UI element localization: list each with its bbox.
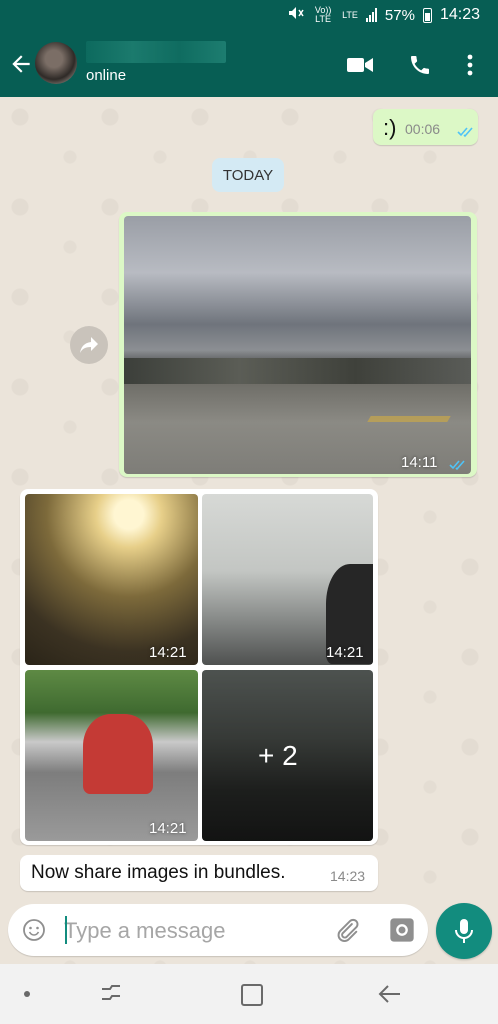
home-icon[interactable] bbox=[241, 984, 263, 1006]
lte-indicator: LTE bbox=[342, 9, 358, 20]
outgoing-message[interactable]: :) 00:06 bbox=[373, 109, 478, 145]
text-cursor bbox=[65, 916, 67, 944]
message-text: :) bbox=[383, 115, 397, 140]
attach-icon[interactable] bbox=[334, 917, 360, 948]
back-arrow-icon[interactable] bbox=[8, 51, 34, 77]
album-photo-scooter[interactable]: 14:21 bbox=[25, 670, 198, 841]
outgoing-photo-message[interactable]: 14:11 bbox=[119, 212, 477, 477]
message-input[interactable] bbox=[62, 914, 326, 948]
message-composer bbox=[8, 904, 428, 956]
more-options-icon[interactable] bbox=[454, 49, 486, 81]
photo-time: 14:21 bbox=[149, 820, 187, 837]
video-call-icon[interactable] bbox=[344, 49, 376, 81]
camera-icon[interactable] bbox=[388, 916, 416, 949]
read-ticks-icon bbox=[453, 123, 475, 141]
album-more-tile[interactable]: + 2 bbox=[202, 670, 373, 841]
nav-back-icon[interactable] bbox=[378, 984, 402, 1009]
mic-icon bbox=[455, 919, 473, 943]
battery-icon bbox=[422, 7, 432, 23]
status-bar: Vo)) LTE LTE 57% 14:23 bbox=[0, 0, 498, 33]
contact-status: online bbox=[86, 67, 127, 84]
message-time: 14:23 bbox=[330, 868, 366, 884]
photo-time: 14:21 bbox=[326, 644, 364, 661]
clock: 14:23 bbox=[439, 6, 480, 23]
photo-runway[interactable]: 14:11 bbox=[124, 216, 471, 474]
incoming-album[interactable]: 14:21 14:21 14:21 + 2 bbox=[20, 489, 378, 845]
phone-icon[interactable] bbox=[404, 49, 436, 81]
signal-icon bbox=[365, 8, 377, 22]
mic-button[interactable] bbox=[436, 903, 492, 959]
mute-icon bbox=[288, 6, 304, 24]
emoji-icon[interactable] bbox=[22, 918, 46, 947]
battery-percent: 57% bbox=[384, 6, 415, 24]
system-nav-bar bbox=[0, 964, 498, 1024]
chat-header: online bbox=[0, 33, 498, 97]
read-ticks-icon bbox=[445, 456, 467, 474]
incoming-message[interactable]: Now share images in bundles. 14:23 bbox=[20, 855, 378, 891]
forward-icon[interactable] bbox=[70, 326, 108, 364]
photo-time: 14:21 bbox=[149, 644, 187, 661]
chat-area[interactable]: :) 00:06 TODAY 14:11 14:21 14:21 14:21 +… bbox=[0, 97, 498, 964]
date-divider: TODAY bbox=[212, 158, 284, 192]
message-text: Now share images in bundles. bbox=[31, 862, 286, 883]
contact-name-redacted[interactable] bbox=[86, 41, 226, 63]
nav-dot-icon bbox=[24, 991, 30, 997]
album-photo-fog[interactable]: 14:21 bbox=[202, 494, 373, 665]
contact-avatar[interactable] bbox=[35, 42, 77, 84]
more-photos-count: + 2 bbox=[258, 740, 298, 771]
album-photo-park[interactable]: 14:21 bbox=[25, 494, 198, 665]
recent-apps-icon[interactable] bbox=[100, 984, 122, 1009]
message-time: 00:06 bbox=[405, 121, 441, 137]
photo-time: 14:11 bbox=[401, 454, 438, 471]
volte-indicator: Vo)) LTE bbox=[314, 5, 332, 24]
